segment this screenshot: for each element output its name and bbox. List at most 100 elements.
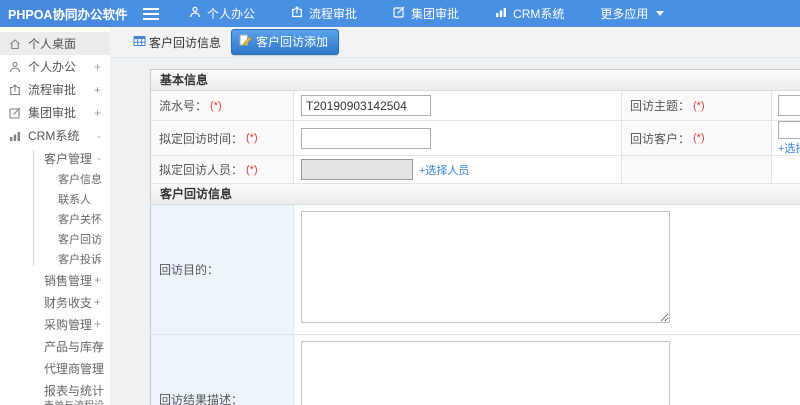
expand-indicator[interactable]: + [94,295,101,309]
sidebar-item-agent-management[interactable]: 代理商管理 + [0,357,110,379]
crm-submenu: 客户管理 - 客户信息 联系人 客户关怀 客户回访 客户投诉 [0,147,110,269]
table-grid-icon [133,35,146,50]
planned-time-input[interactable] [301,127,431,149]
topic-label: 回访主题： (*) [622,91,772,120]
section-revisit-info: 客户回访信息 [151,184,800,205]
top-bar: PHPOA协同办公软件 个人办公 流程审批 集团审批 CRM系统 更多应用 [0,0,800,27]
hamburger-menu-icon[interactable] [143,7,159,20]
expand-indicator[interactable]: + [94,273,101,287]
empty-field-cell [772,156,800,183]
expand-indicator[interactable]: + [94,60,101,74]
form-row-time-customer: 拟定回访时间：(*) 回访客户：(*) +选择企 [151,120,800,156]
sidebar-item-label: 流程审批 [28,83,77,97]
tab-bar: 客户回访信息 客户回访添加 [110,27,800,58]
sidebar-item-label: 采购管理 [44,317,93,332]
expand-indicator[interactable]: + [94,83,101,97]
expand-indicator[interactable]: - [97,151,101,165]
sidebar-item-label: 报表与统计 [44,383,105,398]
form-row-result: 回访结果描述： [151,335,800,405]
required-mark: (*) [246,163,258,176]
expand-indicator[interactable]: + [94,317,101,331]
sidebar-item-customer-revisit[interactable]: 客户回访 [0,229,110,249]
planned-person-label: 拟定回访人员： (*) [151,156,294,183]
planned-time-label: 拟定回访时间： (*) [151,121,294,155]
sidebar-item-finance[interactable]: 财务收支 + [0,291,110,313]
empty-label-cell [622,156,772,183]
sidebar-item-contacts[interactable]: 联系人 [0,189,110,209]
tab-customer-revisit-add[interactable]: 客户回访添加 [231,29,340,55]
sidebar-item-label: 个人桌面 [28,37,77,51]
customer-input[interactable] [778,120,800,139]
sidebar-item-procurement[interactable]: 采购管理 + [0,313,110,335]
sidebar-item-customer-complaint[interactable]: 客户投诉 [0,249,110,269]
result-label: 回访结果描述： [151,335,294,405]
nav-workflow-approval[interactable]: 流程审批 [291,5,357,22]
sidebar-item-form-workflow-settings[interactable]: 表单与流程设置 + [0,401,110,405]
sidebar-item-workflow-approval[interactable]: 流程审批 + [0,78,110,101]
sidebar-item-label: 客户信息 [58,174,102,186]
required-mark: (*) [693,99,705,112]
sidebar-item-label: 客户管理 [44,151,93,166]
required-mark: (*) [693,132,705,144]
nav-more-apps[interactable]: 更多应用 [600,5,665,22]
sidebar-item-personal-office[interactable]: 个人办公 + [0,55,110,78]
edit-square-icon [9,107,21,119]
expand-indicator[interactable]: + [94,339,101,353]
section-basic-info: 基本信息 [151,70,800,91]
nav-crm-system[interactable]: CRM系统 [495,5,564,22]
sidebar-item-crm-system[interactable]: CRM系统 - [0,124,110,147]
expand-indicator[interactable]: + [94,361,101,375]
select-enterprise-link[interactable]: +选择企 [778,140,800,156]
sidebar-item-label: 财务收支 [44,295,93,310]
required-mark: (*) [246,132,258,144]
sidebar-item-label: 联系人 [58,194,91,206]
nav-label: 个人办公 [207,7,256,21]
user-icon [189,6,201,21]
flow-icon [291,6,303,21]
nav-label: 更多应用 [600,7,649,21]
purpose-label: 回访目的： [151,205,294,334]
form-row-purpose: 回访目的： [151,205,800,335]
sidebar-item-label: 客户关怀 [58,214,102,226]
tab-label: 客户回访添加 [256,35,329,49]
bar-chart-icon [9,130,21,142]
sidebar-item-label: 表单与流程设置 [44,397,110,405]
bar-chart-icon [495,6,507,21]
purpose-textarea[interactable] [301,211,670,323]
nav-label: CRM系统 [513,7,565,21]
planned-person-input[interactable] [301,159,413,180]
sidebar-item-label: CRM系统 [28,129,80,143]
nav-label: 流程审批 [309,7,358,21]
top-nav: 个人办公 流程审批 集团审批 CRM系统 更多应用 [189,5,665,22]
sidebar: 个人桌面 个人办公 + 流程审批 + 集团审批 + CRM系统 - 客户管理 -… [0,27,110,405]
sidebar-item-sales-management[interactable]: 销售管理 + [0,269,110,291]
topic-input[interactable] [778,95,800,116]
sidebar-item-customer-care[interactable]: 客户关怀 [0,209,110,229]
form-row-serial-topic: 流水号：(*) 回访主题：(*) [151,91,800,121]
expand-indicator[interactable]: + [94,106,101,120]
sidebar-item-label: 销售管理 [44,273,93,288]
app-logo: PHPOA协同办公软件 [0,0,127,27]
sidebar-item-product-inventory[interactable]: 产品与库存 + [0,335,110,357]
revisit-add-form: 基本信息 流水号：(*) 回访主题：(*) 拟定回访时间：( [150,69,800,405]
home-icon [9,38,21,50]
select-person-link[interactable]: +选择人员 [419,162,469,178]
sidebar-item-group-approval[interactable]: 集团审批 + [0,101,110,124]
result-textarea[interactable] [301,341,670,405]
sidebar-item-label: 客户投诉 [58,254,102,266]
nav-personal-office[interactable]: 个人办公 [189,5,255,22]
serial-input[interactable] [301,95,431,116]
sidebar-item-customer-management[interactable]: 客户管理 - [0,147,110,169]
form-row-planned-person: 拟定回访人员： (*) +选择人员 [151,156,800,184]
sidebar-item-customer-info[interactable]: 客户信息 [0,169,110,189]
form-edit-icon [239,34,252,49]
expand-indicator[interactable]: - [97,129,101,143]
sidebar-item-label: 个人办公 [28,60,77,74]
tab-customer-revisit-info[interactable]: 客户回访信息 [133,34,221,51]
sidebar-item-personal-desktop[interactable]: 个人桌面 [0,32,110,55]
nav-group-approval[interactable]: 集团审批 [393,5,459,22]
sidebar-item-label: 集团审批 [28,106,77,120]
user-icon [9,61,21,73]
caret-down-icon [656,11,665,16]
serial-label: 流水号： (*) [151,91,294,120]
